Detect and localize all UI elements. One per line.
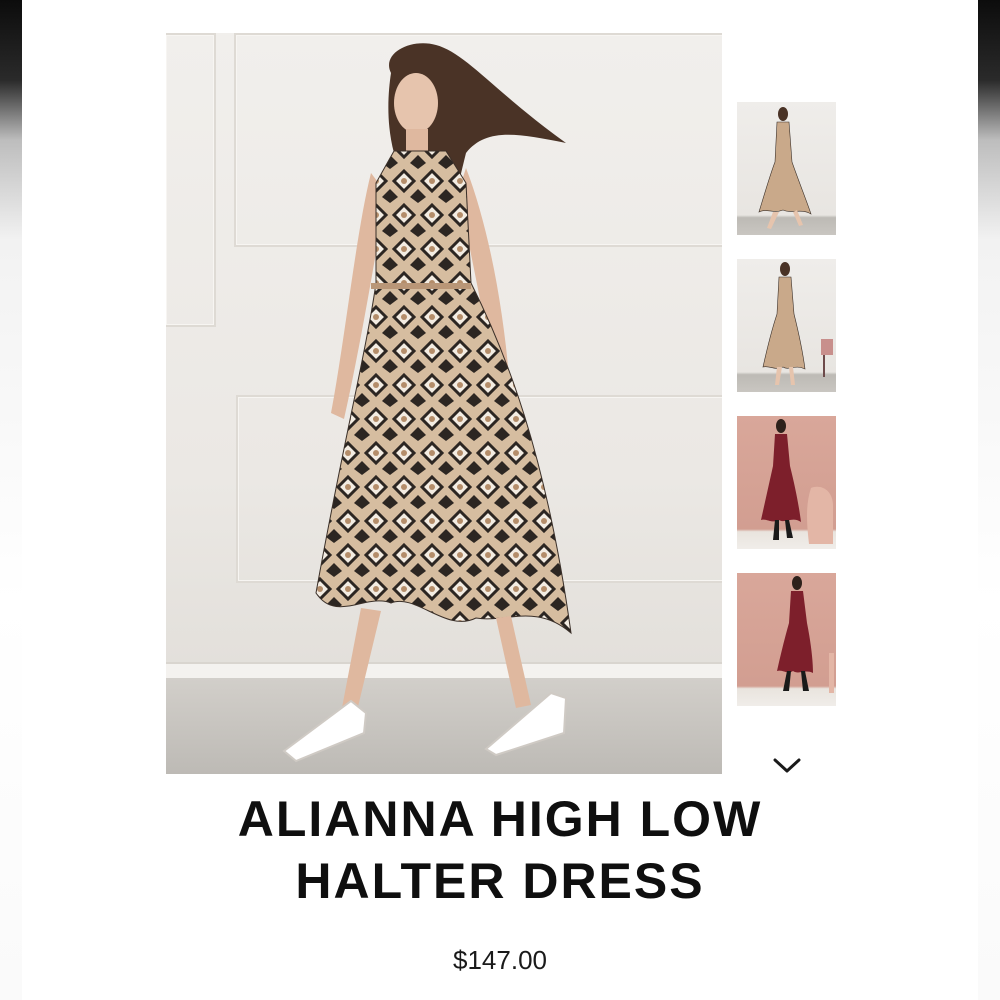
chevron-down-icon — [773, 758, 801, 773]
product-price: $147.00 — [453, 945, 547, 975]
product-page: ALIANNA HIGH LOW HALTER DRESS $147.00 — [0, 0, 1000, 1000]
main-product-image[interactable] — [166, 33, 722, 774]
thumbnail-3-figure — [761, 419, 833, 544]
thumbnail-2-figure — [762, 262, 833, 385]
thumbnail-1-figure — [758, 107, 812, 229]
product-title: ALIANNA HIGH LOW HALTER DRESS — [166, 788, 834, 912]
thumbnail-4[interactable] — [737, 573, 836, 706]
thumbnail-4-figure — [777, 576, 834, 693]
thumbnail-2[interactable] — [737, 259, 836, 392]
thumbnail-1[interactable] — [737, 102, 836, 235]
thumbnail-3[interactable] — [737, 416, 836, 549]
product-title-line-2: HALTER DRESS — [295, 853, 705, 909]
product-title-line-1: ALIANNA HIGH LOW — [237, 791, 763, 847]
model-figure — [282, 43, 572, 763]
screen-edge-right — [978, 0, 1000, 1000]
thumbnails-scroll-down-button[interactable] — [770, 753, 804, 779]
screen-edge-left — [0, 0, 22, 1000]
